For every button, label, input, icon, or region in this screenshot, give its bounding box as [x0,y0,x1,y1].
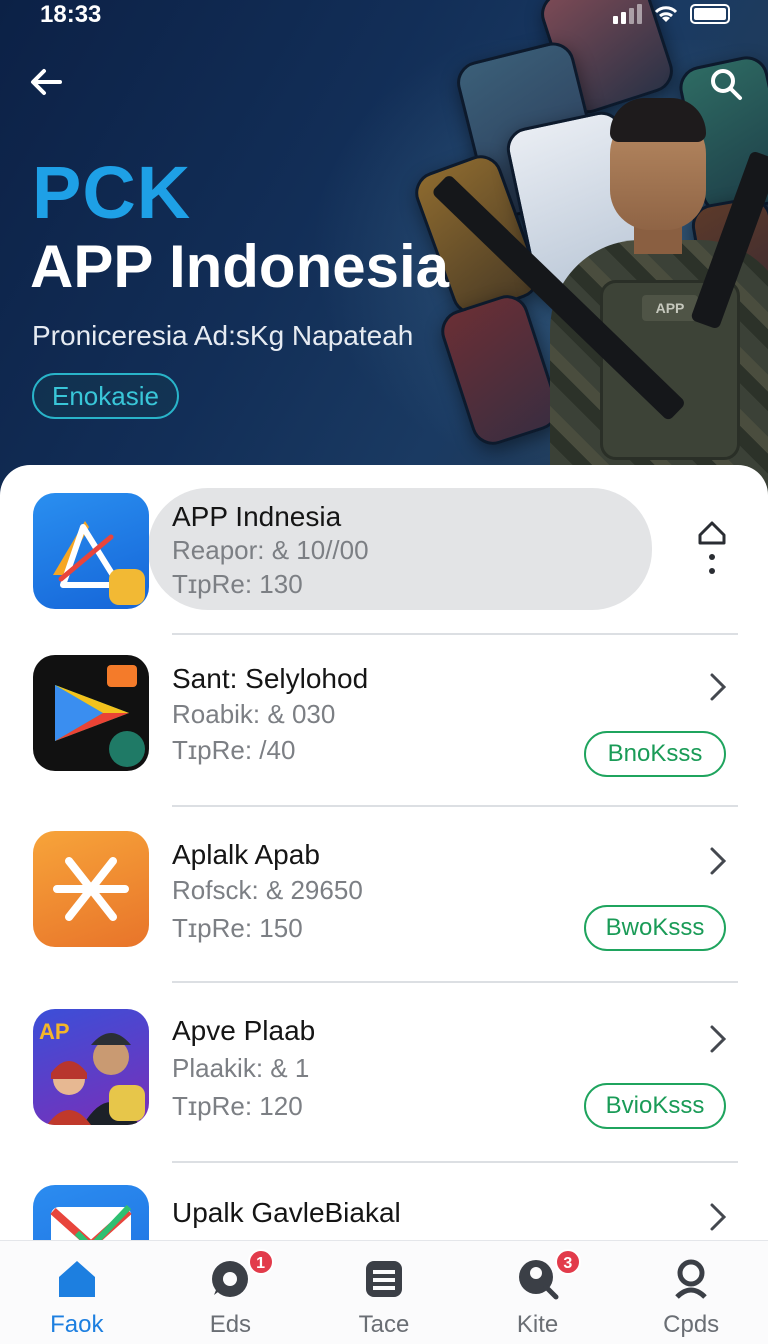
divider [172,805,738,807]
app-meta: TɪpRe: 150 [172,913,303,943]
tab-eds[interactable]: 1 Eds [154,1241,308,1344]
app-badge-icon [109,569,145,605]
svg-text:AP: AP [39,1019,70,1044]
tab-label: Kite [516,1311,559,1338]
back-button[interactable] [22,58,70,106]
bookmark-menu-button[interactable] [694,513,730,583]
row-chevron[interactable] [698,841,738,881]
app-badge-icon [109,1085,145,1121]
app-name: APP Indnesia [172,501,342,532]
hero-brand: PCK [32,151,192,234]
chevron-right-icon [710,1203,727,1231]
profile-icon [518,1260,559,1300]
tab-kite[interactable]: 3 Kite [461,1241,615,1344]
app-meta: TɪpRe: 120 [172,1091,303,1121]
battery-icon [690,4,730,24]
chevron-right-icon [710,847,727,875]
bookmark-icon [698,521,726,574]
divider [172,1161,738,1163]
app-name: Apve Plaab [172,1015,316,1046]
status-icons [613,4,730,24]
triangle-logo-icon[interactable] [33,493,149,609]
game-poster-icon[interactable]: AP [33,1009,149,1125]
row-chevron[interactable] [698,1197,738,1237]
chevron-right-icon [710,1025,727,1053]
app-meta: Reapor: & 10//00 [172,535,369,565]
install-button[interactable]: BvioKsss [584,1083,726,1129]
app-badge-icon [109,731,145,767]
vest-label: APP [642,295,698,321]
tab-label: Tace [358,1311,410,1338]
list-item[interactable]: Aplalk Apab Rofsck: & 29650 TɪpRe: 150 B… [0,811,768,983]
tab-label: Eds [209,1311,252,1338]
app-meta: Rofsck: & 29650 [172,875,363,905]
app-name: Aplalk Apab [172,839,320,870]
row-chevron[interactable] [698,667,738,707]
wifi-icon [654,6,678,22]
app-list-sheet: APP Indnesia Reapor: & 10//00 TɪpRe: 130 [0,465,768,1265]
tab-tace[interactable]: Tace [307,1241,461,1344]
hero-banner: APP 18:33 PCK APP Indonesia Proniceresia… [0,0,768,500]
asterisk-logo-icon[interactable] [33,831,149,947]
divider [172,981,738,983]
app-screen: APP 18:33 PCK APP Indonesia Proniceresia… [0,0,768,1344]
search-button[interactable] [702,60,750,108]
list-item[interactable]: Sant: Selylohod Roabik: & 030 TɪpRe: /40… [0,637,768,807]
divider [172,633,738,635]
status-time: 18:33 [40,1,102,28]
app-meta: TɪpRe: /40 [172,735,296,765]
search-icon [711,69,742,100]
app-meta: Plaakik: & 1 [172,1053,310,1083]
hero-chip-button[interactable]: Enokasie [32,373,179,419]
tab-home[interactable]: Faok [0,1241,154,1344]
notification-badge: 1 [247,1249,274,1275]
search-icon [675,1259,707,1299]
arrow-left-icon [31,69,62,95]
app-name: Sant: Selylohod [172,663,369,694]
tab-label: Cpds [663,1311,720,1338]
list-item[interactable]: APP Indnesia Reapor: & 10//00 TɪpRe: 130 [0,465,768,635]
install-button[interactable]: BnoKsss [584,731,726,777]
chevron-right-icon [710,673,727,701]
app-meta: TɪpRe: 130 [172,569,303,599]
install-button[interactable]: BwoKsss [584,905,726,951]
home-icon [58,1261,95,1297]
list-icon [365,1261,402,1297]
bottom-tab-bar: Faok 1 Eds Tace 3 Kite Cpds [0,1240,768,1344]
hero-title: APP Indonesia [30,233,450,300]
app-name: Upalk GavleBiakal [172,1197,401,1228]
play-logo-icon[interactable] [33,655,149,771]
chat-icon [212,1261,249,1297]
cellular-signal-icon [613,4,642,24]
app-meta: Roabik: & 030 [172,699,336,729]
list-item[interactable]: AP Apve Plaab Plaakik: & 1 TɪpRe: 120 Bv… [0,989,768,1161]
tab-cpds[interactable]: Cpds [614,1241,768,1344]
notification-badge: 3 [554,1249,581,1275]
row-chevron[interactable] [698,1019,738,1059]
hero-subtitle: Proniceresia Ad:sKg Napateah [32,320,414,351]
tab-label: Faok [50,1311,104,1338]
